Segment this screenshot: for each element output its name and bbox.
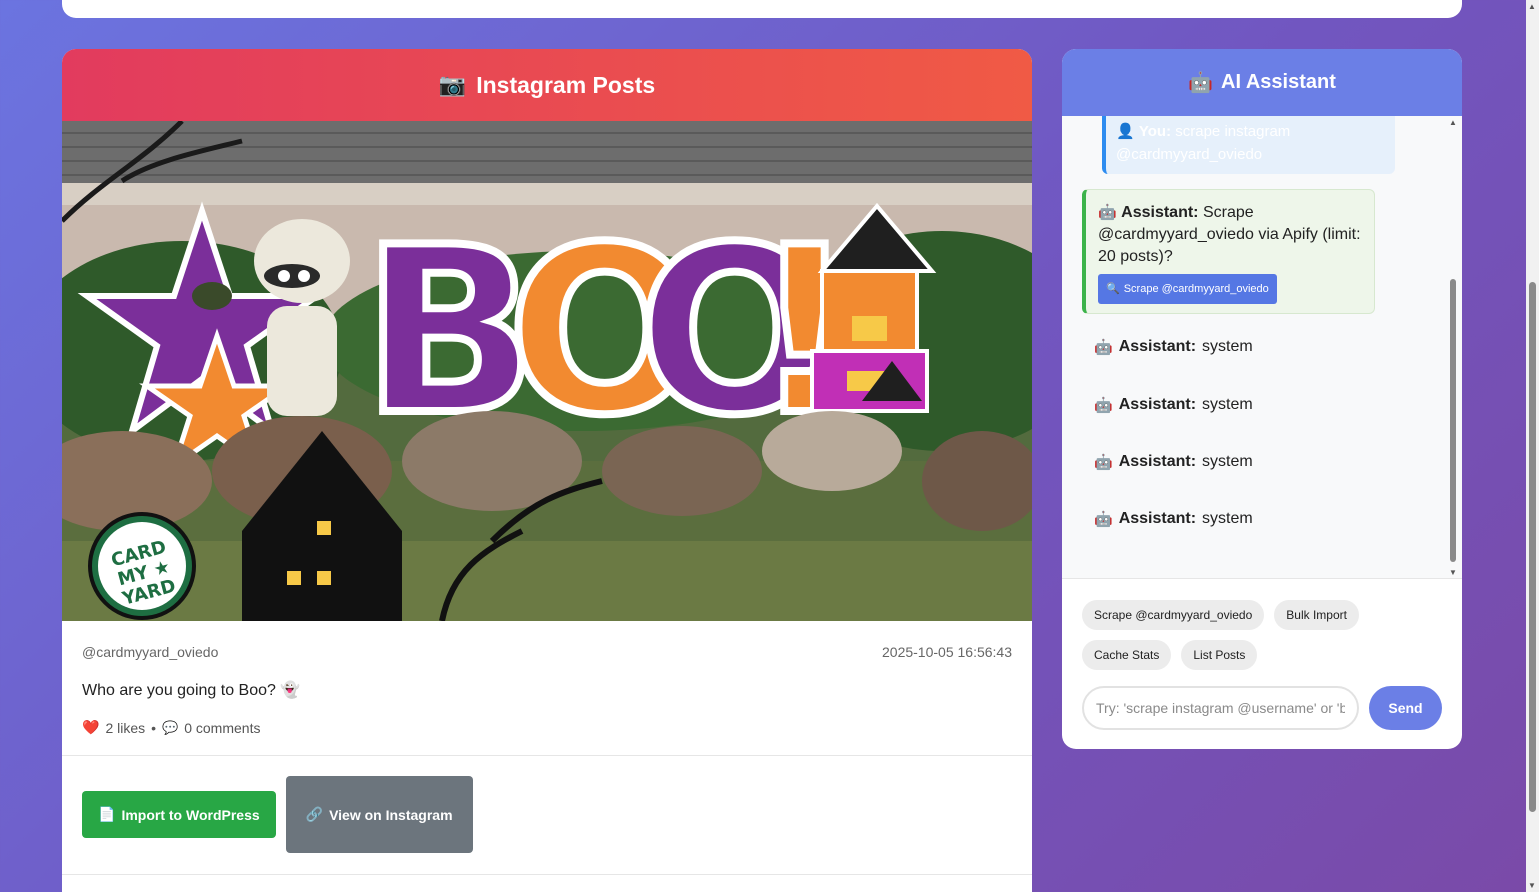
- system-message: 🤖 Assistant: system: [1094, 453, 1253, 471]
- heart-icon: ❤️: [82, 719, 100, 735]
- system-speaker: Assistant:: [1118, 396, 1197, 413]
- assistant-title: AI Assistant: [1221, 71, 1336, 93]
- chat-input[interactable]: [1082, 686, 1359, 730]
- posts-title: Instagram Posts: [476, 71, 656, 98]
- page-scrollbar[interactable]: ▲ ▼: [1526, 0, 1539, 892]
- post-caption: Who are you going to Boo? 👻: [82, 682, 301, 699]
- instagram-posts-panel: 📷 Instagram Posts B O O ! CARD MY ★ YARD…: [62, 49, 1032, 892]
- robot-icon: 🤖: [1094, 397, 1113, 414]
- scrape-action-label: Scrape @cardmyyard_oviedo: [1123, 283, 1269, 295]
- search-icon: 🔍: [1106, 283, 1120, 295]
- chat-input-row: Send: [1062, 670, 1462, 730]
- system-speaker: Assistant:: [1118, 510, 1197, 527]
- user-speaker: You:: [1138, 123, 1172, 140]
- likes-count: 2 likes: [105, 719, 146, 736]
- robot-icon: 🤖: [1094, 454, 1113, 471]
- assistant-message: 🤖 Assistant: Scrape @cardmyyard_oviedo v…: [1082, 189, 1375, 314]
- quick-action-bulk-import[interactable]: Bulk Import: [1274, 600, 1359, 630]
- system-text: system: [1202, 453, 1253, 470]
- system-message: 🤖 Assistant: system: [1094, 510, 1253, 528]
- quick-action-list-posts[interactable]: List Posts: [1181, 640, 1258, 670]
- system-text: system: [1202, 510, 1253, 527]
- comment-bubble-icon: 💬: [162, 719, 179, 735]
- post-username[interactable]: @cardmyyard_oviedo: [82, 644, 218, 660]
- comments-count: 0 comments: [184, 719, 261, 736]
- post-actions: 📄 Import to WordPress 🔗 View on Instagra…: [62, 756, 1032, 853]
- system-text: system: [1202, 396, 1253, 413]
- assistant-header: 🤖 AI Assistant: [1062, 49, 1462, 116]
- camera-icon: 📷: [438, 72, 467, 97]
- post-image-illustration: B O O ! CARD MY ★ YARD: [62, 121, 1032, 621]
- stats-separator: •: [151, 719, 157, 736]
- page-scroll-thumb[interactable]: [1529, 282, 1536, 812]
- quick-actions: Scrape @cardmyyard_oviedo Bulk Import Ca…: [1062, 579, 1392, 670]
- system-speaker: Assistant:: [1118, 453, 1197, 470]
- chat-history[interactable]: 👤 You: scrape instagram @cardmyyard_ovie…: [1062, 116, 1462, 579]
- system-message: 🤖 Assistant: system: [1094, 338, 1253, 356]
- ai-assistant-panel: 🤖 AI Assistant 👤 You: scrape instagram @…: [1062, 49, 1462, 749]
- scrape-action-button[interactable]: 🔍 Scrape @cardmyyard_oviedo: [1098, 274, 1277, 304]
- scroll-up-arrow-icon[interactable]: ▲: [1528, 2, 1536, 11]
- robot-icon: 🤖: [1094, 511, 1113, 528]
- user-message: 👤 You: scrape instagram @cardmyyard_ovie…: [1102, 116, 1395, 174]
- posts-header: 📷 Instagram Posts: [62, 49, 1032, 121]
- document-icon: 📄: [98, 806, 116, 822]
- user-icon: 👤: [1116, 123, 1135, 140]
- system-text: system: [1202, 338, 1253, 355]
- import-to-wordpress-button[interactable]: 📄 Import to WordPress: [82, 791, 276, 838]
- robot-icon: 🤖: [1188, 72, 1214, 94]
- import-button-label: Import to WordPress: [121, 806, 260, 823]
- top-card: [62, 0, 1462, 18]
- scroll-down-arrow-icon[interactable]: ▼: [1528, 881, 1536, 890]
- system-message: 🤖 Assistant: system: [1094, 396, 1253, 414]
- post-image[interactable]: B O O ! CARD MY ★ YARD: [62, 121, 1032, 621]
- quick-action-cache-stats[interactable]: Cache Stats: [1082, 640, 1172, 670]
- assistant-speaker: Assistant:: [1121, 204, 1199, 221]
- quick-action-scrape[interactable]: Scrape @cardmyyard_oviedo: [1082, 600, 1265, 630]
- post-stats: ❤️ 2 likes • 💬 0 comments: [62, 719, 1032, 736]
- post-meta: @cardmyyard_oviedo 2025-10-05 16:56:43: [62, 644, 1032, 660]
- chat-scroll-thumb[interactable]: [1450, 279, 1456, 562]
- robot-icon: 🤖: [1094, 339, 1113, 356]
- view-button-label: View on Instagram: [329, 806, 453, 823]
- link-icon: 🔗: [305, 806, 324, 822]
- view-on-instagram-button[interactable]: 🔗 View on Instagram: [285, 776, 473, 853]
- system-speaker: Assistant:: [1118, 338, 1197, 355]
- chat-scrollbar[interactable]: ▲ ▼: [1448, 116, 1458, 578]
- scroll-up-arrow-icon[interactable]: ▲: [1448, 118, 1458, 127]
- robot-icon: 🤖: [1098, 204, 1117, 221]
- divider: [62, 874, 1032, 875]
- post-timestamp: 2025-10-05 16:56:43: [882, 644, 1012, 660]
- send-button[interactable]: Send: [1369, 686, 1442, 730]
- scroll-down-arrow-icon[interactable]: ▼: [1448, 568, 1458, 577]
